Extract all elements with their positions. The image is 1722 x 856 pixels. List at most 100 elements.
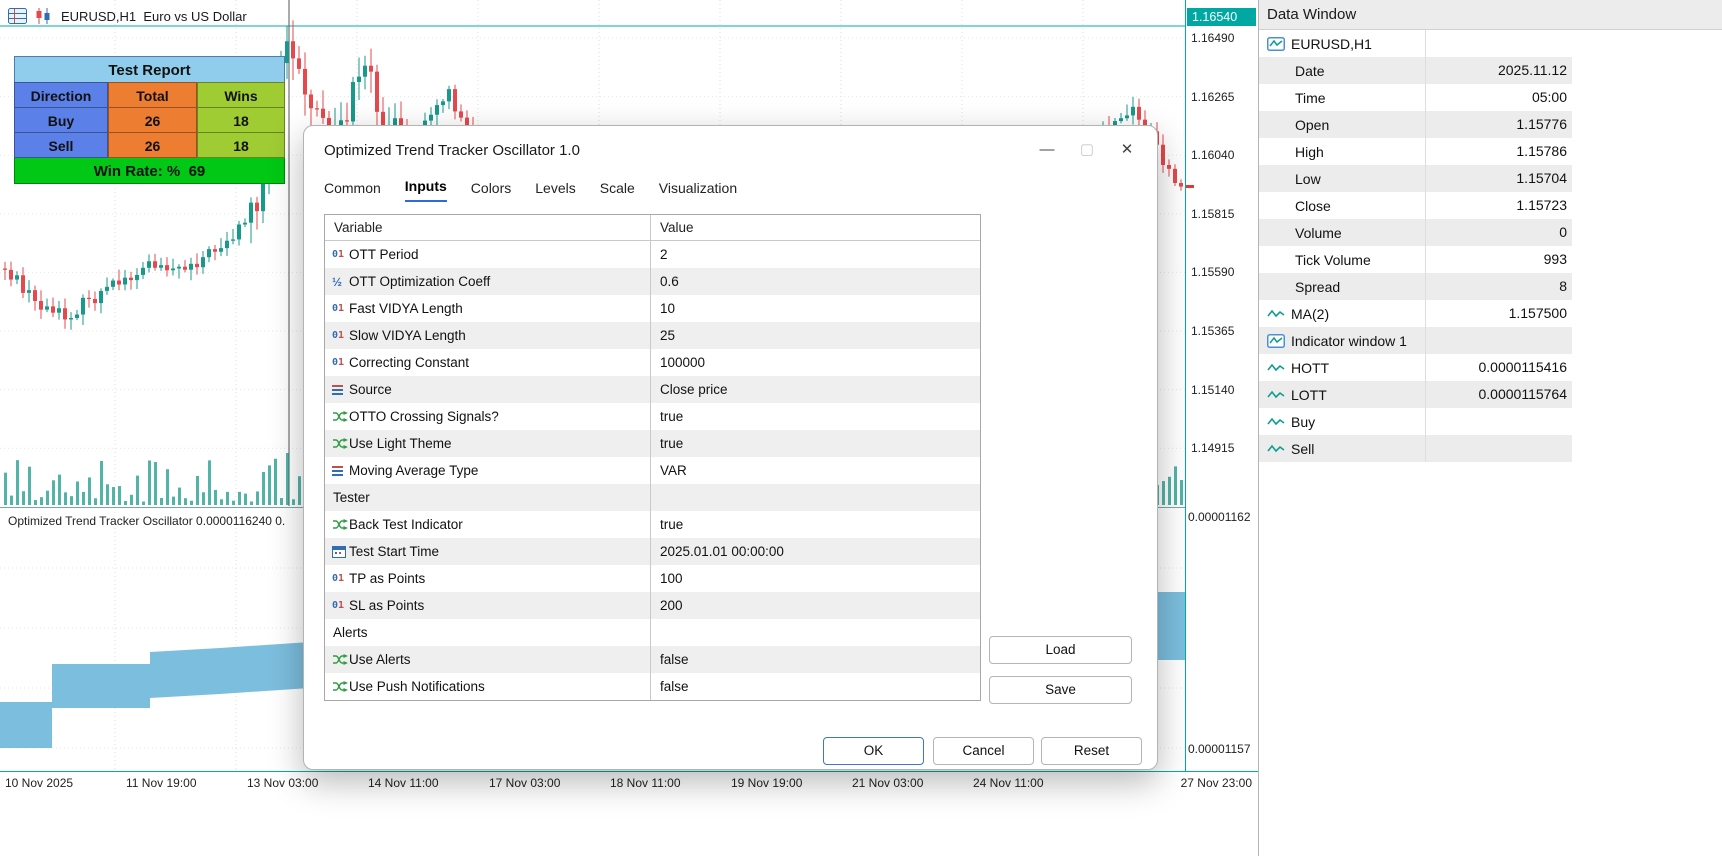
integer-input-icon: 01	[332, 600, 345, 611]
param-name: Use Light Theme	[349, 436, 452, 451]
param-name: Use Push Notifications	[349, 679, 485, 694]
param-value[interactable]: 0.6	[650, 268, 980, 295]
param-row[interactable]: Use Light Theme true	[325, 430, 980, 457]
data-window-value: 05:00	[1425, 84, 1572, 111]
tab-inputs[interactable]: Inputs	[404, 178, 447, 202]
data-window-value: 0.0000115416	[1425, 354, 1572, 381]
param-row[interactable]: Alerts	[325, 619, 980, 646]
param-row[interactable]: OTTO Crossing Signals? true	[325, 403, 980, 430]
param-name: TP as Points	[349, 571, 426, 586]
tab-levels[interactable]: Levels	[535, 180, 575, 202]
price-axis-label: 1.15365	[1191, 324, 1235, 338]
param-value[interactable]: 25	[650, 322, 980, 349]
param-icon-cell	[325, 410, 349, 423]
param-icon-cell	[325, 383, 349, 397]
tab-common[interactable]: Common	[324, 180, 381, 202]
data-window-label-cell: Tick Volume	[1259, 252, 1425, 268]
param-value[interactable]: 10	[650, 295, 980, 322]
param-row[interactable]: Use Push Notifications false	[325, 673, 980, 700]
param-row[interactable]: ½ OTT Optimization Coeff 0.6	[325, 268, 980, 295]
data-window-label-cell: HOTT	[1259, 360, 1425, 376]
param-row[interactable]: 01 OTT Period 2	[325, 241, 980, 268]
tab-scale[interactable]: Scale	[600, 180, 635, 202]
param-value[interactable]: true	[650, 430, 980, 457]
param-icon-cell	[325, 545, 349, 558]
data-window-value	[1425, 435, 1572, 462]
data-window-panel: Data Window EURUSD,H1 Date 2025.11.12 Time 0…	[1258, 0, 1722, 856]
param-row[interactable]: Use Alerts false	[325, 646, 980, 673]
candles-icon[interactable]	[35, 8, 53, 24]
tab-colors[interactable]: Colors	[471, 180, 511, 202]
data-window-value: 1.157500	[1425, 300, 1572, 327]
test-report-cell: 26	[108, 132, 197, 158]
data-window-label: Date	[1295, 62, 1325, 79]
data-window-row: Indicator window 1	[1259, 327, 1572, 354]
bool-input-icon	[333, 681, 348, 692]
param-name: Back Test Indicator	[349, 517, 463, 532]
param-value[interactable]: 100000	[650, 349, 980, 376]
param-value[interactable]: 200	[650, 592, 980, 619]
load-button[interactable]: Load	[989, 636, 1132, 664]
price-axis-label: 1.16040	[1191, 148, 1235, 163]
data-window-row: Open 1.15776	[1259, 111, 1572, 138]
param-value[interactable]: false	[650, 673, 980, 700]
dialog-title: Optimized Trend Tracker Oscillator 1.0	[324, 141, 580, 159]
param-value[interactable]	[650, 619, 980, 646]
data-window-title[interactable]: Data Window	[1259, 0, 1722, 30]
param-value[interactable]: VAR	[650, 457, 980, 484]
indicator-line-icon	[1267, 363, 1285, 371]
param-row[interactable]: 01 Slow VIDYA Length 25	[325, 322, 980, 349]
maximize-icon[interactable]: ▢	[1067, 132, 1107, 166]
time-axis[interactable]: 10 Nov 2025 11 Nov 19:00 13 Nov 03:00 14 No…	[0, 772, 1258, 856]
price-axis-label: 1.16265	[1191, 89, 1235, 104]
data-window-label: Spread	[1295, 278, 1341, 295]
dialog-titlebar[interactable]: Optimized Trend Tracker Oscillator 1.0 —…	[304, 126, 1157, 174]
indicator-line-icon	[1267, 390, 1285, 398]
param-value[interactable]: 100	[650, 565, 980, 592]
test-report-title: Test Report	[14, 56, 285, 83]
data-window-label: LOTT	[1291, 386, 1327, 403]
test-report-table: Direction Total Wins Buy 26 18 Sell 26 18	[14, 82, 285, 158]
reset-button[interactable]: Reset	[1041, 737, 1142, 765]
data-window-row: LOTT 0.0000115764	[1259, 381, 1572, 408]
ok-button[interactable]: OK	[823, 737, 924, 765]
param-value[interactable]: 2025.01.01 00:00:00	[650, 538, 980, 565]
param-row[interactable]: Moving Average Type VAR	[325, 457, 980, 484]
data-window-label-cell: Sell	[1259, 441, 1425, 457]
param-name: Moving Average Type	[349, 463, 479, 478]
param-icon-cell: 01	[325, 330, 349, 341]
data-window-label-cell: Open	[1259, 117, 1425, 133]
param-value[interactable]: true	[650, 403, 980, 430]
test-report-header-cell: Direction	[14, 82, 108, 108]
param-icon-cell	[325, 464, 349, 478]
param-value[interactable]: 2	[650, 241, 980, 268]
bool-input-icon	[333, 411, 348, 422]
tab-visualization[interactable]: Visualization	[659, 180, 737, 202]
data-window-label-cell: Low	[1259, 171, 1425, 187]
param-row[interactable]: 01 Fast VIDYA Length 10	[325, 295, 980, 322]
data-window-label-cell: EURUSD,H1	[1259, 36, 1425, 52]
param-row[interactable]: Back Test Indicator true	[325, 511, 980, 538]
param-row[interactable]: 01 SL as Points 200	[325, 592, 980, 619]
param-row[interactable]: Tester	[325, 484, 980, 511]
param-row[interactable]: 01 TP as Points 100	[325, 565, 980, 592]
data-window-value: 1.15776	[1425, 111, 1572, 138]
param-value[interactable]: Close price	[650, 376, 980, 403]
price-axis[interactable]: 1.16540 1.16490 1.16265 1.16040 1.15815 1.15…	[1186, 0, 1258, 771]
param-value[interactable]: false	[650, 646, 980, 673]
quote-table-icon[interactable]	[8, 8, 27, 24]
param-value[interactable]: true	[650, 511, 980, 538]
save-button[interactable]: Save	[989, 676, 1132, 704]
data-window-row: Spread 8	[1259, 273, 1572, 300]
param-name: Source	[349, 382, 392, 397]
close-icon[interactable]: ✕	[1107, 132, 1147, 166]
time-axis-label: 21 Nov 03:00	[852, 776, 924, 790]
param-row[interactable]: Test Start Time 2025.01.01 00:00:00	[325, 538, 980, 565]
data-window-label-cell: Volume	[1259, 225, 1425, 241]
test-report-header-cell: Wins	[197, 82, 285, 108]
param-row[interactable]: 01 Correcting Constant 100000	[325, 349, 980, 376]
param-row[interactable]: Source Close price	[325, 376, 980, 403]
cancel-button[interactable]: Cancel	[933, 737, 1034, 765]
param-value[interactable]	[650, 484, 980, 511]
minimize-icon[interactable]: —	[1027, 132, 1067, 166]
